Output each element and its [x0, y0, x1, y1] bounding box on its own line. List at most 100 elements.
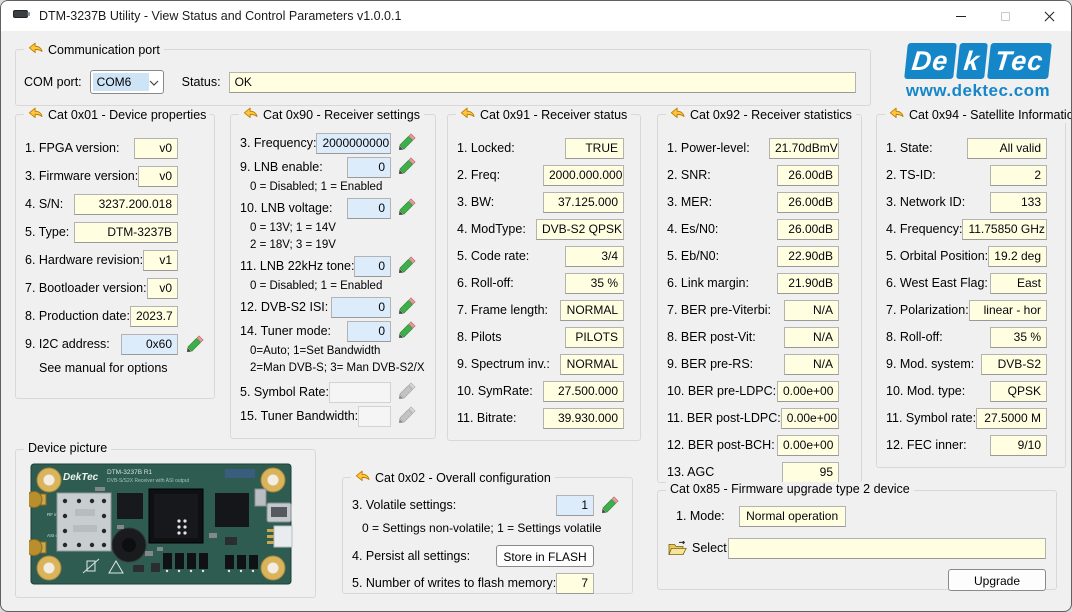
lnb-tone-field[interactable]: 0: [354, 255, 391, 277]
row-label: 5. Type:: [25, 225, 70, 239]
edit-lnb-enable-icon[interactable]: [399, 157, 416, 174]
row-label: 5. Symbol Rate:: [240, 385, 329, 399]
group-device-picture: Device picture DekTec DTM-3237B R1 DVB-S…: [15, 441, 316, 598]
table-row: 1. FPGA version: v0: [25, 137, 178, 159]
row-label: 2. SNR:: [667, 168, 711, 182]
table-row: 5. Eb/N0: 22.90dB: [667, 245, 839, 267]
group-legend: Cat 0x90 - Receiver settings: [263, 107, 421, 122]
sat-roll-off-field: 35 %: [990, 326, 1047, 348]
group-legend: Cat 0x92 - Receiver statistics: [690, 107, 852, 122]
status-field: OK: [228, 71, 856, 93]
open-folder-icon[interactable]: [668, 540, 687, 556]
lnb-voltage-field[interactable]: 0: [347, 197, 391, 219]
row-label: 11. LNB 22kHz tone:: [240, 259, 355, 273]
row-label: 5. Orbital Position:: [886, 249, 989, 263]
table-row: 12. BER post-BCH: 0.00e+00: [667, 434, 839, 456]
table-row: 9. Spectrum inv.: NORMAL: [457, 353, 624, 375]
title-bar[interactable]: DTM-3237B Utility - View Status and Cont…: [1, 1, 1071, 31]
i2c-address-field[interactable]: 0x60: [121, 333, 178, 355]
table-row: 9. BER pre-RS: N/A: [667, 353, 839, 375]
close-button[interactable]: [1027, 1, 1071, 31]
group-overall-configuration: Cat 0x02 - Overall configuration 3. Vola…: [342, 469, 633, 594]
edit-i2c-address-icon[interactable]: [187, 335, 204, 352]
hardware-revision-field: v1: [143, 249, 178, 271]
edit-lnb-voltage-icon[interactable]: [399, 198, 416, 215]
select-file-label[interactable]: Select: [692, 541, 727, 555]
row-label: 8. Pilots: [457, 330, 502, 344]
table-row: 5. Number of writes to flash memory: 7: [352, 572, 594, 594]
row-label: 1. FPGA version:: [25, 141, 120, 155]
row-label: 10. BER pre-LDPC:: [667, 384, 777, 398]
table-row: 12. FEC inner: 9/10: [886, 434, 1047, 456]
app-icon: [13, 7, 31, 25]
group-firmware-upgrade: Cat 0x85 - Firmware upgrade type 2 devic…: [657, 482, 1057, 591]
volatile-settings-field[interactable]: 1: [556, 494, 594, 516]
ber-pre-rs-field: N/A: [784, 353, 839, 375]
table-row: 2. Freq: 2000.000.000: [457, 164, 624, 186]
frequency-field[interactable]: 2000000000: [316, 132, 391, 154]
type-field: DTM-3237B: [74, 221, 178, 243]
table-row: 11. Bitrate: 39.930.000: [457, 407, 624, 429]
mod-type-field: QPSK: [990, 380, 1047, 402]
lnb-enable-field[interactable]: 0: [347, 156, 391, 178]
west-east-flag-field: East: [990, 272, 1047, 294]
row-label: 14. Tuner mode:: [240, 324, 332, 338]
group-legend: Cat 0x91 - Receiver status: [480, 107, 628, 122]
hand-arrow-icon: [460, 106, 475, 123]
upgrade-mode-field: Normal operation: [738, 505, 846, 527]
production-date-field: 2023.7: [129, 305, 178, 327]
row-label: 9. LNB enable:: [240, 160, 323, 174]
ber-post-vit-field: N/A: [784, 326, 839, 348]
row-label: 7. Polarization:: [886, 303, 969, 317]
row-label: 11. Bitrate:: [457, 411, 517, 425]
hand-arrow-icon: [355, 469, 370, 486]
window-title: DTM-3237B Utility - View Status and Cont…: [39, 9, 402, 23]
row-label: 8. Production date:: [25, 309, 130, 323]
dvbs2-isi-field[interactable]: 0: [331, 296, 391, 318]
tuner-mode-field[interactable]: 0: [347, 320, 391, 342]
row-label: 1. Locked:: [457, 141, 515, 155]
sat-symbol-rate-field: 27.5000 M: [976, 407, 1047, 429]
table-row: 4. ModType: DVB-S2 QPSK: [457, 218, 624, 240]
tuner-bandwidth-field: [358, 405, 391, 427]
firmware-file-field[interactable]: [728, 537, 1046, 559]
edit-frequency-icon[interactable]: [399, 133, 416, 150]
table-row: 7. Bootloader version: v0: [25, 277, 178, 299]
row-label: 10. SymRate:: [457, 384, 533, 398]
mer-field: 26.00dB: [777, 191, 839, 213]
table-row: 14. Tuner mode: 0: [240, 320, 416, 342]
edit-lnb-tone-icon[interactable]: [399, 256, 416, 273]
minimize-button[interactable]: [939, 1, 983, 31]
help-text: 0 = 13V; 1 = 14V: [250, 222, 336, 234]
edit-tuner-mode-icon[interactable]: [399, 321, 416, 338]
store-in-flash-button[interactable]: Store in FLASH: [496, 545, 594, 567]
edit-volatile-settings-icon[interactable]: [602, 496, 619, 513]
bw-field: 37.125.000: [543, 191, 624, 213]
table-row: 6. West East Flag: East: [886, 272, 1047, 294]
com-port-select[interactable]: COM6: [89, 70, 164, 94]
row-label: 8. BER post-Vit:: [667, 330, 756, 344]
logo-block: Tec: [987, 43, 1052, 79]
row-label: 9. Mod. system:: [886, 357, 975, 371]
table-row: 11. Symbol rate: 27.5000 M: [886, 407, 1047, 429]
edit-dvbs2-isi-icon[interactable]: [399, 297, 416, 314]
table-row: 4. S/N: 3237.200.018: [25, 193, 178, 215]
group-receiver-statistics: Cat 0x92 - Receiver statistics 1. Power-…: [657, 106, 862, 483]
table-row: 15. Tuner Bandwidth:: [240, 405, 416, 427]
group-communication-port: Communication port COM port: COM6 Status…: [15, 41, 871, 106]
row-label: 5. Number of writes to flash memory:: [352, 576, 557, 590]
modtype-field: DVB-S2 QPSK: [536, 218, 624, 240]
help-text: 2=Man DVB-S; 3= Man DVB-S2/X: [250, 362, 425, 374]
hand-arrow-icon: [28, 106, 43, 123]
table-row: 3. Network ID: 133: [886, 191, 1047, 213]
table-row: 3. Firmware version: v0: [25, 165, 178, 187]
row-label: 3. Frequency:: [240, 136, 317, 150]
help-text: 0 = Disabled; 1 = Enabled: [250, 181, 383, 193]
table-row: 5. Symbol Rate:: [240, 381, 416, 403]
agc-field: 95: [782, 461, 839, 483]
row-label: 9. BER pre-RS:: [667, 357, 754, 371]
help-text: 0 = Disabled; 1 = Enabled: [250, 280, 383, 292]
upgrade-button[interactable]: Upgrade: [948, 569, 1046, 591]
table-row: 6. Hardware revision: v1: [25, 249, 178, 271]
row-label: 1. State:: [886, 141, 933, 155]
